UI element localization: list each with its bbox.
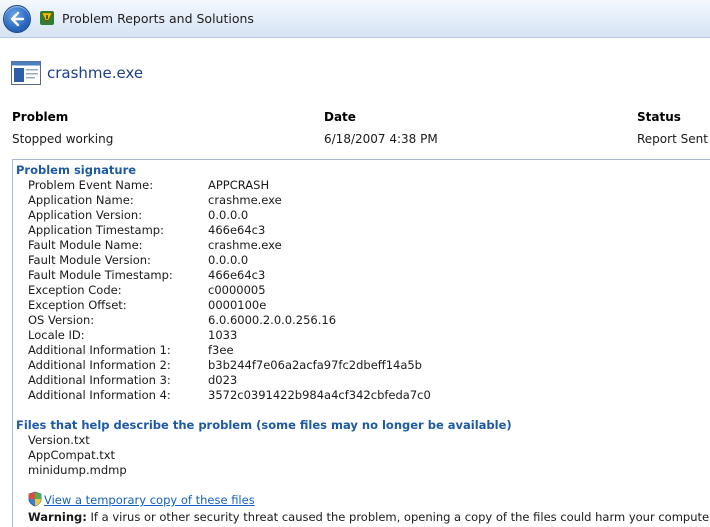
signature-value: crashme.exe [208, 238, 282, 252]
signature-value: 466e64c3 [208, 223, 266, 237]
application-window-icon [11, 61, 41, 85]
signature-value: APPCRASH [208, 178, 270, 192]
back-button[interactable] [3, 5, 31, 33]
application-name: crashme.exe [47, 64, 144, 82]
security-shield-icon [28, 491, 42, 507]
signature-key: Fault Module Name: [28, 238, 143, 252]
signature-row: Exception Offset: 0000100e [28, 298, 708, 313]
signature-key: Locale ID: [28, 328, 85, 342]
signature-key: Problem Event Name: [28, 178, 154, 192]
signature-key: Additional Information 4: [28, 388, 171, 402]
view-temporary-copy-link[interactable]: View a temporary copy of these files [44, 493, 255, 507]
signature-value: 0000100e [208, 298, 267, 312]
file-item: AppCompat.txt [28, 448, 116, 462]
signature-key: Fault Module Timestamp: [28, 268, 173, 282]
signature-row: Additional Information 2: b3b244f7e06a2a… [28, 358, 708, 373]
file-item: Version.txt [28, 433, 90, 447]
signature-row: Application Timestamp: 466e64c3 [28, 223, 708, 238]
signature-row: Additional Information 1: f3ee [28, 343, 708, 358]
problem-signature-heading: Problem signature [16, 163, 137, 177]
title-bar: Problem Reports and Solutions [0, 0, 710, 38]
warning-text: If a virus or other security threat caus… [86, 510, 710, 524]
signature-row: Fault Module Version: 0.0.0.0 [28, 253, 708, 268]
signature-value: f3ee [208, 343, 234, 357]
file-item: minidump.mdmp [28, 463, 127, 477]
signature-key: Exception Code: [28, 283, 122, 297]
signature-value: 466e64c3 [208, 268, 266, 282]
signature-value: c0000005 [208, 283, 266, 297]
signature-key: Additional Information 2: [28, 358, 171, 372]
signature-value: 0.0.0.0 [208, 253, 249, 267]
signature-value: crashme.exe [208, 193, 282, 207]
signature-row: Additional Information 3: d023 [28, 373, 708, 388]
signature-value: 6.0.6000.2.0.0.256.16 [208, 313, 337, 327]
signature-key: Application Timestamp: [28, 223, 164, 237]
signature-row: Application Version: 0.0.0.0 [28, 208, 708, 223]
status-value: Report Sent [637, 132, 708, 146]
signature-row: Application Name: crashme.exe [28, 193, 708, 208]
warning-message: Warning: If a virus or other security th… [28, 510, 710, 524]
signature-value: b3b244f7e06a2acfa97fc2dbeff14a5b [208, 358, 422, 372]
signature-value: 3572c0391422b984a4cf342cbfeda7c0 [208, 388, 431, 402]
signature-key: OS Version: [28, 313, 95, 327]
signature-value: 1033 [208, 328, 238, 342]
problem-reports-icon [40, 11, 54, 25]
signature-value: d023 [208, 373, 238, 387]
signature-row: Fault Module Timestamp: 466e64c3 [28, 268, 708, 283]
status-column-header: Status [637, 110, 681, 124]
files-heading: Files that help describe the problem (so… [16, 418, 512, 432]
problem-value: Stopped working [12, 132, 114, 146]
signature-key: Additional Information 1: [28, 343, 171, 357]
date-value: 6/18/2007 4:38 PM [324, 132, 438, 146]
signature-row: Locale ID: 1033 [28, 328, 708, 343]
signature-key: Exception Offset: [28, 298, 127, 312]
problem-column-header: Problem [12, 110, 69, 124]
back-arrow-icon [10, 11, 25, 27]
signature-row: Problem Event Name: APPCRASH [28, 178, 708, 193]
date-column-header: Date [324, 110, 356, 124]
signature-key: Application Version: [28, 208, 143, 222]
signature-row: Exception Code: c0000005 [28, 283, 708, 298]
signature-row: Additional Information 4: 3572c0391422b9… [28, 388, 708, 403]
signature-row: Fault Module Name: crashme.exe [28, 238, 708, 253]
signature-key: Application Name: [28, 193, 134, 207]
signature-key: Additional Information 3: [28, 373, 171, 387]
window-title: Problem Reports and Solutions [62, 11, 254, 26]
signature-value: 0.0.0.0 [208, 208, 249, 222]
warning-label: Warning: [28, 510, 87, 524]
signature-key: Fault Module Version: [28, 253, 151, 267]
signature-row: OS Version: 6.0.6000.2.0.0.256.16 [28, 313, 708, 328]
